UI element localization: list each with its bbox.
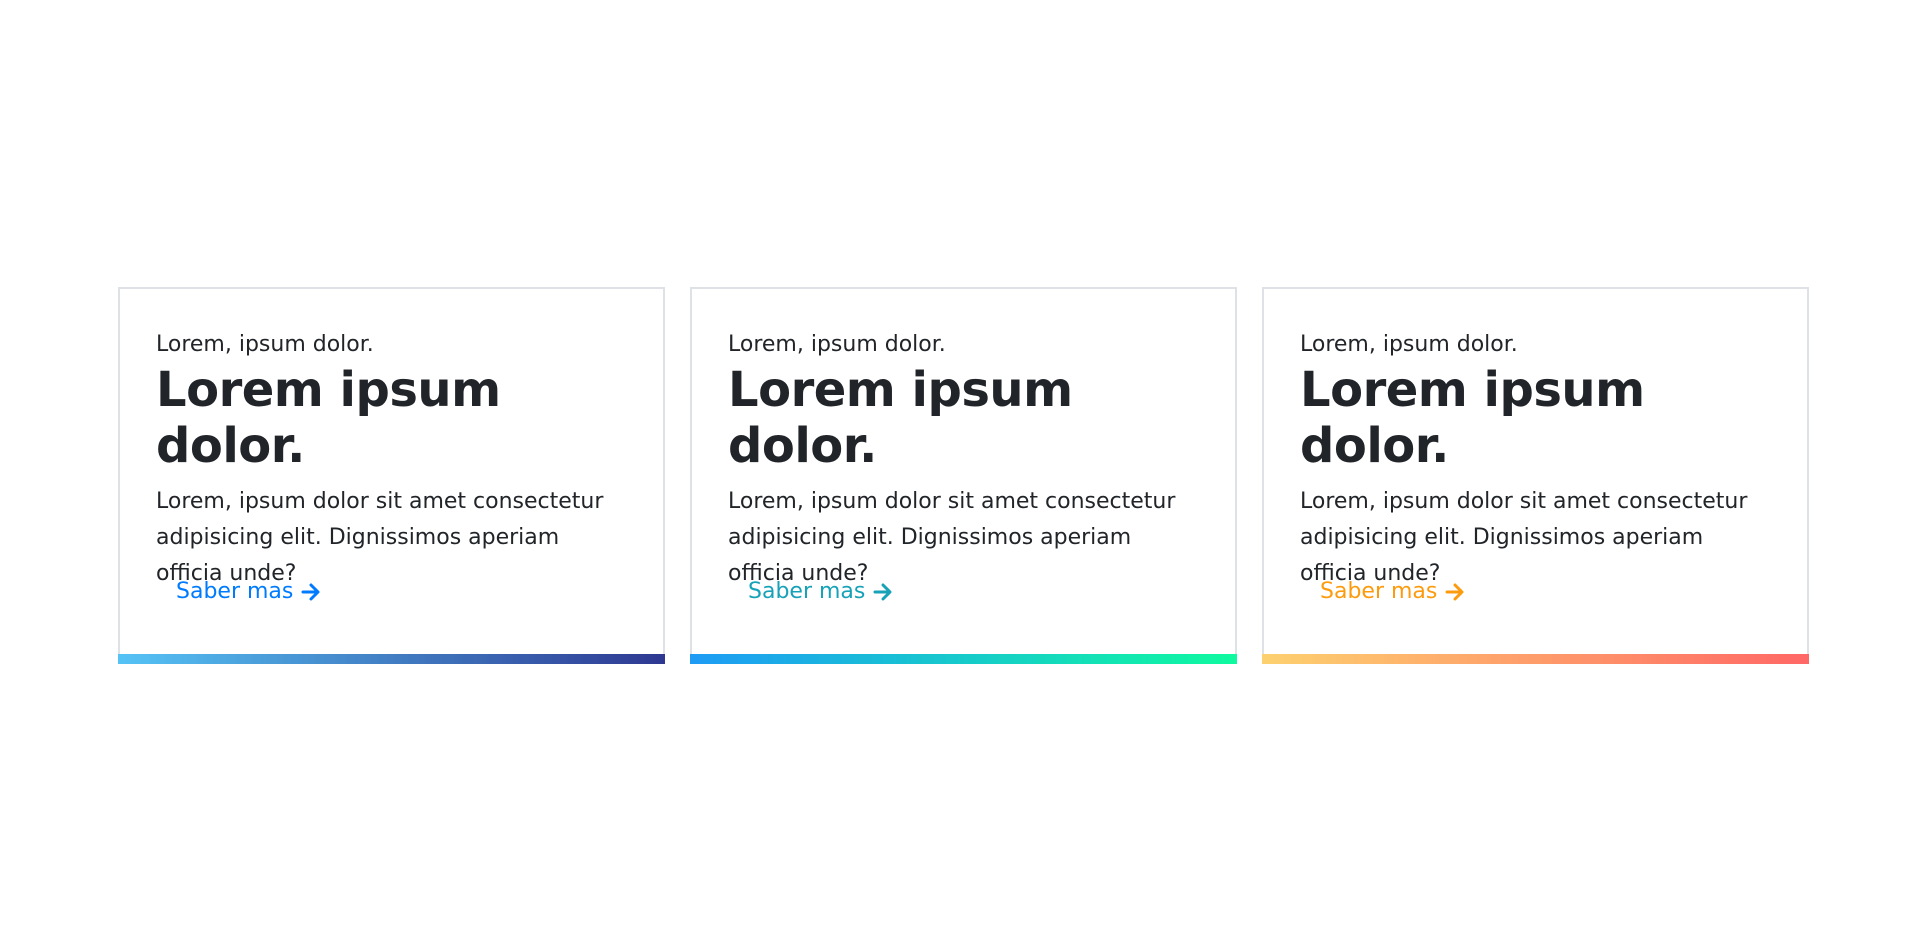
accent-bar	[690, 654, 1237, 664]
link-label: Saber mas	[176, 579, 294, 604]
saber-mas-link[interactable]: Saber mas	[1320, 579, 1467, 605]
accent-bar	[118, 654, 665, 664]
card-row: Lorem, ipsum dolor. Lorem ipsum dolor. L…	[118, 287, 1809, 664]
link-label: Saber mas	[748, 579, 866, 604]
arrow-right-icon	[299, 580, 323, 604]
feature-card: Lorem, ipsum dolor. Lorem ipsum dolor. L…	[1262, 287, 1809, 664]
card-eyebrow: Lorem, ipsum dolor.	[156, 332, 374, 357]
card-eyebrow: Lorem, ipsum dolor.	[1300, 332, 1518, 357]
card-eyebrow: Lorem, ipsum dolor.	[728, 332, 946, 357]
arrow-right-icon	[1443, 580, 1467, 604]
card-text: Lorem, ipsum dolor sit amet consectetur …	[156, 489, 604, 586]
arrow-right-icon	[871, 580, 895, 604]
feature-card: Lorem, ipsum dolor. Lorem ipsum dolor. L…	[118, 287, 665, 664]
card-title: Lorem ipsum dolor.	[728, 362, 1073, 474]
card-title: Lorem ipsum dolor.	[156, 362, 501, 474]
saber-mas-link[interactable]: Saber mas	[176, 579, 323, 605]
card-text: Lorem, ipsum dolor sit amet consectetur …	[728, 489, 1176, 586]
link-label: Saber mas	[1320, 579, 1438, 604]
accent-bar	[1262, 654, 1809, 664]
card-title: Lorem ipsum dolor.	[1300, 362, 1645, 474]
card-text: Lorem, ipsum dolor sit amet consectetur …	[1300, 489, 1748, 586]
saber-mas-link[interactable]: Saber mas	[748, 579, 895, 605]
feature-card: Lorem, ipsum dolor. Lorem ipsum dolor. L…	[690, 287, 1237, 664]
